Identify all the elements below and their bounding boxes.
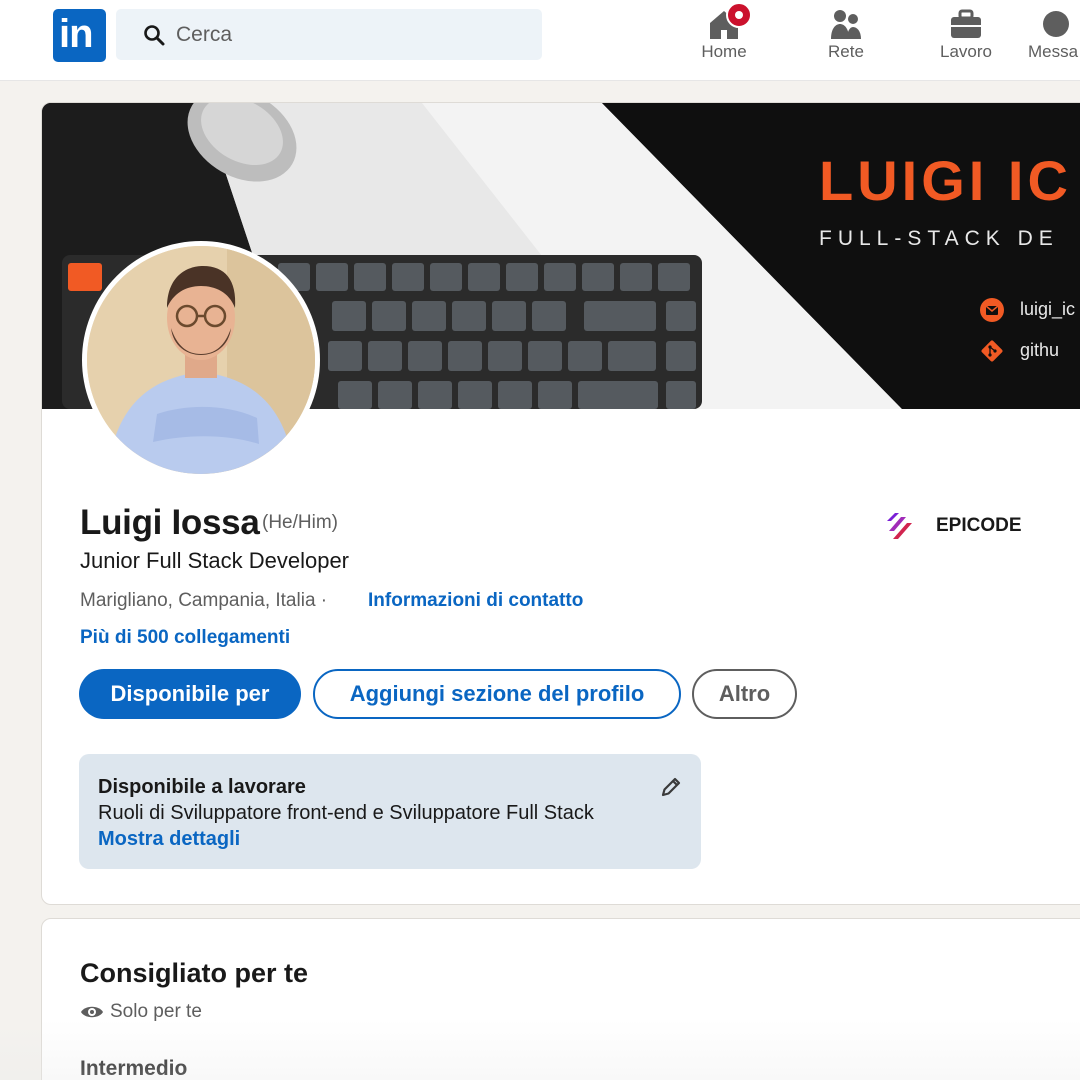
banner-email-text: luigi_ic [1020, 299, 1076, 319]
nav-messaging-label: Messa [1028, 42, 1079, 61]
nav-network-label: Rete [828, 42, 864, 61]
nav-jobs-label: Lavoro [940, 42, 992, 61]
connections-link[interactable]: Più di 500 collegamenti [80, 627, 290, 649]
location-text: Marigliano, Campania, Italia [80, 590, 316, 611]
open-to-button[interactable]: Disponibile per [79, 669, 301, 719]
logo-text: in [59, 12, 94, 56]
git-icon [981, 340, 1003, 362]
recommended-title: Consigliato per te [80, 958, 309, 988]
profile-avatar[interactable] [82, 241, 320, 479]
linkedin-logo[interactable]: in [53, 9, 106, 62]
top-navbar: in Home Rete Lavoro [0, 0, 1080, 81]
search-bar[interactable] [116, 9, 542, 60]
open-to-work-box: Disponibile a lavorare Ruoli di Sviluppa… [79, 754, 701, 869]
add-profile-section-button[interactable]: Aggiungi sezione del profilo [313, 669, 681, 719]
nav-messaging[interactable]: Messa [1022, 0, 1080, 80]
nav-jobs[interactable]: Lavoro [926, 0, 1006, 80]
people-icon [831, 10, 861, 39]
recommended-card: Consigliato per te Solo per te Intermedi… [41, 918, 1080, 1080]
pencil-icon[interactable] [658, 774, 684, 800]
message-icon [1043, 11, 1069, 37]
profile-location: Marigliano, Campania, Italia · [80, 590, 327, 612]
contact-info-link[interactable]: Informazioni di contatto [368, 590, 583, 612]
nav-home[interactable]: Home [684, 0, 764, 80]
nav-network[interactable]: Rete [806, 0, 886, 80]
avatar-portrait [87, 246, 315, 474]
level-label: Intermedio [80, 1057, 188, 1080]
email-icon [980, 298, 1004, 322]
notification-badge [726, 2, 752, 28]
company-name: EPICODE [936, 515, 1022, 536]
briefcase-icon [951, 9, 981, 38]
search-icon [144, 25, 165, 46]
eye-icon [81, 1006, 103, 1018]
banner-title: LUIGI IC [819, 149, 1072, 212]
banner-git-text: githu [1020, 340, 1060, 360]
profile-name: Luigi Iossa [80, 503, 260, 542]
show-details-link[interactable]: Mostra dettagli [98, 828, 240, 851]
profile-headline: Junior Full Stack Developer [80, 548, 350, 573]
more-button[interactable]: Altro [692, 669, 797, 719]
profile-card: LUIGI IC FULL-STACK DE luigi_ic githu Lu… [41, 102, 1080, 905]
visibility-label: Solo per te [110, 1001, 202, 1022]
open-to-work-description: Ruoli di Sviluppatore front-end e Svilup… [98, 802, 594, 824]
banner-subtitle: FULL-STACK DE [819, 227, 1059, 250]
location-separator: · [320, 590, 328, 611]
open-to-work-title: Disponibile a lavorare [98, 776, 306, 798]
search-input[interactable] [176, 22, 516, 48]
profile-pronouns: (He/Him) [262, 512, 338, 533]
epicode-logo-icon [887, 513, 912, 539]
nav-home-label: Home [701, 42, 747, 61]
